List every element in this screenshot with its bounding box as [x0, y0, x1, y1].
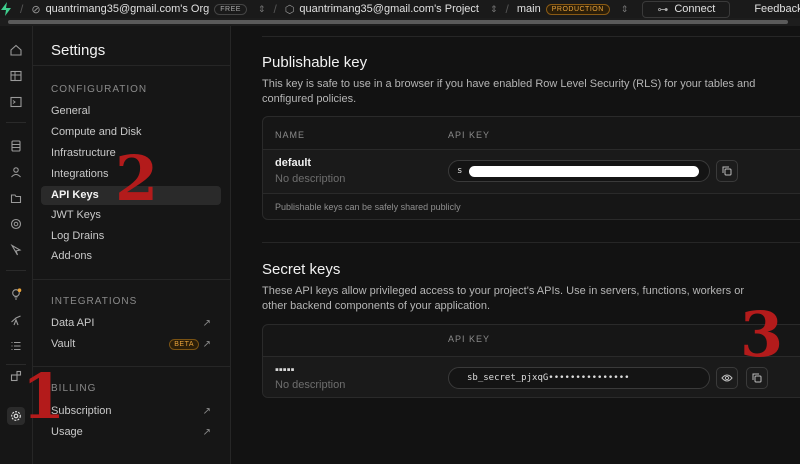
rail-divider	[6, 270, 26, 271]
edge-functions-icon[interactable]	[7, 241, 25, 259]
beta-badge: BETA	[169, 339, 199, 350]
project-switcher[interactable]: ⬡ quantrimang35@gmail.com's Project ⇕	[285, 3, 498, 16]
sidebar-item-compute-and-disk[interactable]: Compute and Disk	[41, 123, 221, 142]
key-description: No description	[275, 173, 346, 185]
auth-icon[interactable]	[7, 163, 25, 181]
org-icon: ⊘	[31, 3, 41, 16]
project-icon: ⬡	[284, 3, 295, 16]
sidebar-item-usage[interactable]: Usage ↗	[41, 423, 221, 442]
feedback-button[interactable]: Feedback	[754, 3, 800, 15]
copy-icon	[722, 166, 732, 176]
annotation-step-2: 2	[115, 142, 159, 215]
external-link-icon: ↗	[202, 406, 211, 417]
external-link-icon: ↗	[202, 427, 211, 438]
top-bar: / ⊘ quantrimang35@gmail.com's Org FREE ⇕…	[0, 0, 800, 18]
sidebar-item-label: Vault	[51, 338, 76, 350]
section-divider	[262, 36, 800, 37]
branch-name: main	[516, 3, 541, 15]
column-header-api-key: API KEY	[448, 334, 491, 344]
chevron-updown-icon: ⇕	[489, 3, 498, 14]
environment-badge: PRODUCTION	[545, 3, 610, 15]
breadcrumb-separator: /	[273, 2, 277, 16]
connect-label: Connect	[674, 3, 716, 15]
storage-icon[interactable]	[7, 189, 25, 207]
table-editor-icon[interactable]	[7, 67, 25, 85]
breadcrumb-separator: /	[505, 2, 509, 16]
column-header-api-key: API KEY	[448, 130, 491, 140]
project-name: quantrimang35@gmail.com's Project	[299, 3, 479, 15]
sql-editor-icon[interactable]	[7, 93, 25, 111]
key-name: default	[275, 157, 312, 169]
sidebar-item-add-ons[interactable]: Add-ons	[41, 247, 221, 266]
redaction-bar	[469, 166, 699, 177]
key-prefix: s	[457, 166, 463, 176]
publishable-key-field[interactable]: s	[448, 160, 710, 182]
sidebar-item-general[interactable]: General	[41, 102, 221, 121]
secret-keys-table: API KEY ▪▪▪▪▪ No description sb_secret_p…	[262, 324, 800, 398]
sidebar-header-divider	[33, 65, 231, 66]
breadcrumb-separator: /	[20, 2, 24, 16]
key-name-redacted: ▪▪▪▪▪	[275, 364, 295, 376]
integrations-section-title: INTEGRATIONS	[51, 296, 138, 307]
rail-divider	[6, 122, 26, 123]
org-name: quantrimang35@gmail.com's Org	[45, 3, 210, 15]
reveal-secret-key-button[interactable]	[716, 367, 738, 389]
scrollbar-thumb[interactable]	[8, 20, 788, 24]
main-content: Publishable key This key is safe to use …	[232, 26, 800, 464]
sidebar-item-subscription[interactable]: Subscription ↗	[41, 402, 221, 421]
chevron-updown-icon: ⇕	[620, 3, 629, 14]
logs-icon[interactable]	[7, 337, 25, 355]
reports-icon[interactable]	[7, 311, 25, 329]
external-link-icon: ↗	[202, 339, 211, 350]
sidebar-item-log-drains[interactable]: Log Drains	[41, 227, 221, 246]
configuration-section-title: CONFIGURATION	[51, 84, 148, 95]
connect-button[interactable]: ⊶ Connect	[642, 0, 731, 18]
sidebar-item-vault[interactable]: Vault BETA ↗	[41, 335, 221, 354]
copy-icon	[752, 373, 762, 383]
publishable-key-title: Publishable key	[262, 54, 368, 71]
org-plan-badge: FREE	[214, 3, 247, 15]
annotation-step-1: 1	[22, 360, 66, 433]
plug-icon: ⊶	[657, 3, 669, 16]
advisors-icon[interactable]	[7, 285, 25, 303]
settings-title: Settings	[51, 42, 106, 59]
horizontal-scrollbar[interactable]	[0, 18, 800, 26]
eye-icon	[721, 374, 733, 382]
section-divider	[262, 242, 800, 243]
publishable-key-description: This key is safe to use in a browser if …	[262, 78, 756, 105]
secret-keys-description: These API keys allow privileged access t…	[262, 285, 745, 312]
database-icon[interactable]	[7, 137, 25, 155]
sidebar-item-label: Data API	[51, 317, 95, 329]
publishable-keys-table: NAME API KEY default No description s Pu…	[262, 116, 800, 220]
branch-switcher[interactable]: main PRODUCTION ⇕	[517, 3, 628, 15]
sidebar-divider	[33, 279, 231, 280]
org-switcher[interactable]: ⊘ quantrimang35@gmail.com's Org FREE ⇕	[31, 3, 265, 16]
annotation-step-3: 3	[740, 298, 784, 371]
external-link-icon: ↗	[202, 318, 211, 329]
supabase-logo-icon[interactable]	[0, 2, 12, 16]
column-header-name: NAME	[275, 130, 306, 140]
sidebar-item-data-api[interactable]: Data API ↗	[41, 314, 221, 333]
home-icon[interactable]	[7, 41, 25, 59]
secret-key-field[interactable]: sb_secret_pjxqG•••••••••••••••	[448, 367, 710, 389]
secret-keys-title: Secret keys	[262, 261, 341, 278]
key-description: No description	[275, 379, 346, 391]
chevron-updown-icon: ⇕	[257, 3, 266, 14]
copy-publishable-key-button[interactable]	[716, 160, 738, 182]
realtime-icon[interactable]	[7, 215, 25, 233]
secret-key-value: sb_secret_pjxqG•••••••••••••••	[467, 373, 630, 383]
publishable-key-footnote: Publishable keys can be safely shared pu…	[275, 202, 461, 212]
table-row: default No description s	[263, 149, 800, 194]
table-row: ▪▪▪▪▪ No description sb_secret_pjxqG••••…	[263, 356, 800, 397]
